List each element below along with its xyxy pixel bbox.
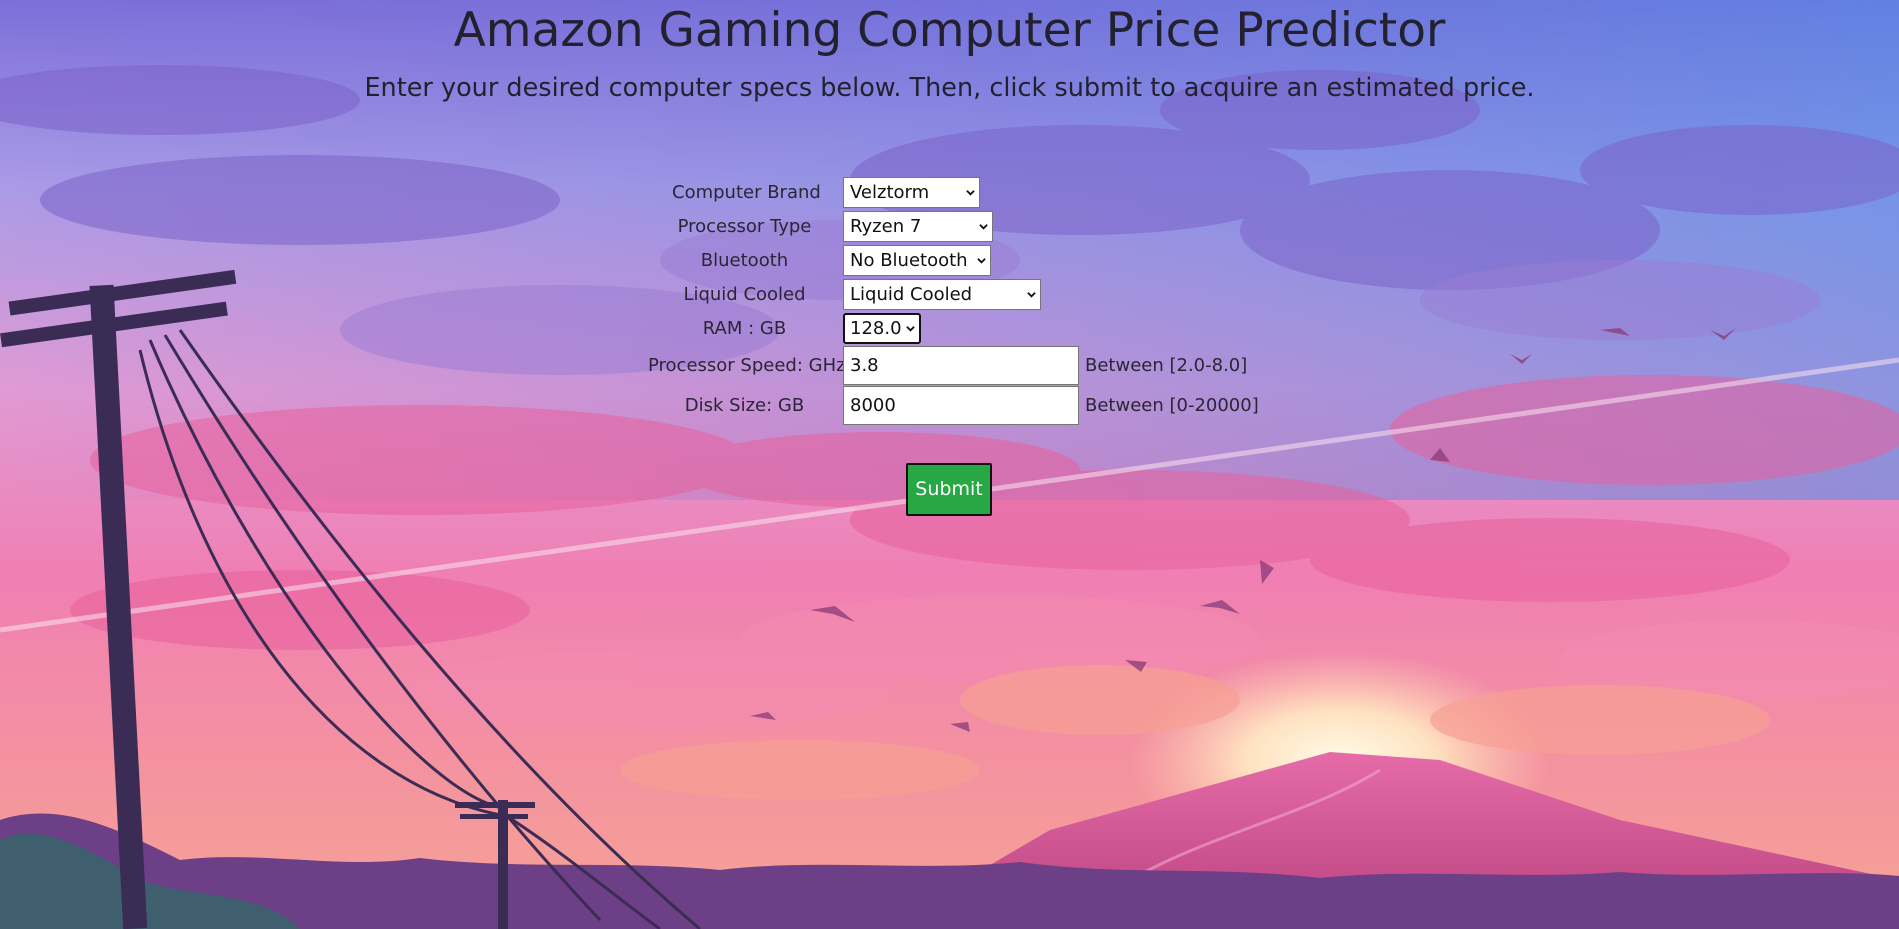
bluetooth-select[interactable]: No Bluetooth — [843, 245, 991, 276]
disk-size-input[interactable]: 8000 — [843, 386, 1079, 425]
processor-speed-range-hint: Between [2.0-8.0] — [1085, 355, 1248, 376]
computer-brand-value: Velztorm — [850, 182, 930, 203]
submit-button[interactable]: Submit — [906, 463, 992, 516]
bluetooth-value: No Bluetooth — [850, 250, 968, 271]
disk-size-range-hint: Between [0-20000] — [1085, 395, 1259, 416]
ram-select[interactable]: 128.0 — [843, 313, 921, 344]
computer-brand-label: Computer Brand — [672, 182, 821, 203]
liquid-cooled-label: Liquid Cooled — [683, 284, 806, 305]
ram-label: RAM : GB — [702, 318, 787, 339]
bluetooth-label: Bluetooth — [700, 250, 789, 271]
chevron-down-icon — [1027, 292, 1036, 298]
page-subtitle: Enter your desired computer specs below.… — [364, 73, 1535, 103]
chevron-down-icon — [906, 326, 915, 332]
chevron-down-icon — [966, 190, 975, 196]
chevron-down-icon — [979, 224, 988, 230]
liquid-cooled-value: Liquid Cooled — [850, 284, 973, 305]
computer-brand-select[interactable]: Velztorm — [843, 177, 980, 208]
processor-type-value: Ryzen 7 — [850, 216, 922, 237]
processor-speed-label: Processor Speed: GHz — [648, 355, 846, 376]
liquid-cooled-select[interactable]: Liquid Cooled — [843, 279, 1041, 310]
processor-speed-input[interactable]: 3.8 — [843, 346, 1079, 385]
processor-type-select[interactable]: Ryzen 7 — [843, 211, 993, 242]
ram-value: 128.0 — [850, 318, 902, 339]
page-title: Amazon Gaming Computer Price Predictor — [453, 3, 1446, 58]
disk-size-label: Disk Size: GB — [684, 395, 805, 416]
chevron-down-icon — [977, 258, 986, 264]
processor-type-label: Processor Type — [677, 216, 812, 237]
